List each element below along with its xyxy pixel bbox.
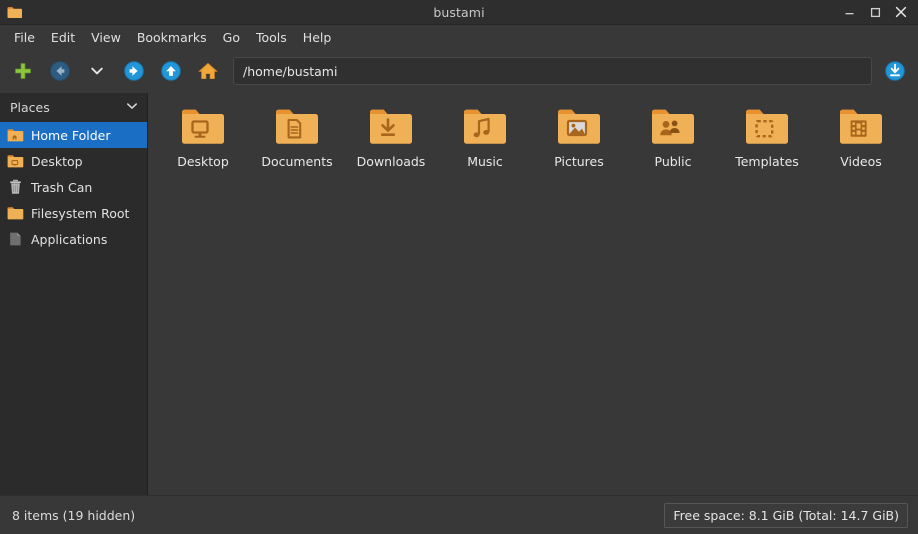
- window-folder-icon: [6, 4, 22, 20]
- places-label: Places: [10, 100, 50, 115]
- menu-go[interactable]: Go: [215, 27, 248, 48]
- desktop-folder-icon: [6, 152, 24, 170]
- sidebar-item-label: Applications: [31, 231, 108, 247]
- minimize-button[interactable]: [836, 1, 862, 23]
- folder-public-icon: [649, 103, 697, 151]
- download-icon: [885, 61, 905, 81]
- sidebar-item-desktop[interactable]: Desktop: [0, 148, 147, 174]
- menu-bookmarks[interactable]: Bookmarks: [129, 27, 215, 48]
- sidebar-item-home-folder[interactable]: Home Folder: [0, 122, 147, 148]
- folder-pictures-icon: [555, 103, 603, 151]
- home-icon: [198, 63, 218, 79]
- file-item-label: Public: [654, 154, 692, 169]
- forward-button[interactable]: [119, 56, 149, 86]
- parent-folder-button[interactable]: [156, 56, 186, 86]
- window-controls: [836, 1, 918, 23]
- item-count-status: 8 items (19 hidden): [12, 507, 136, 523]
- file-item-label: Documents: [261, 154, 333, 169]
- chevron-down-icon: [125, 99, 139, 116]
- folder-videos-icon: [837, 103, 885, 151]
- sidebar-item-filesystem-root[interactable]: Filesystem Root: [0, 200, 147, 226]
- folder-templates-icon: [743, 103, 791, 151]
- menu-help[interactable]: Help: [295, 27, 340, 48]
- back-arrow-icon: [50, 61, 70, 81]
- file-item-pictures[interactable]: Pictures: [532, 99, 626, 177]
- folder-desktop-icon: [179, 103, 227, 151]
- chevron-down-icon: [91, 67, 103, 75]
- sidebar-item-label: Desktop: [31, 153, 83, 169]
- file-item-label: Music: [467, 154, 503, 169]
- file-item-music[interactable]: Music: [438, 99, 532, 177]
- file-manager-window: bustami File Edit View Bookmarks Go Tool…: [0, 0, 918, 534]
- new-tab-button[interactable]: [8, 56, 38, 86]
- file-item-label: Pictures: [554, 154, 604, 169]
- home-button[interactable]: [193, 56, 223, 86]
- title-bar: bustami: [0, 0, 918, 25]
- menu-view[interactable]: View: [83, 27, 129, 48]
- folder-documents-icon: [273, 103, 321, 151]
- back-button[interactable]: [45, 56, 75, 86]
- file-item-desktop[interactable]: Desktop: [156, 99, 250, 177]
- home-folder-icon: [6, 126, 24, 144]
- window-title: bustami: [433, 4, 485, 20]
- toolbar: /home/bustami: [0, 49, 918, 93]
- status-bar: 8 items (19 hidden) Free space: 8.1 GiB …: [0, 495, 918, 534]
- file-item-downloads[interactable]: Downloads: [344, 99, 438, 177]
- folder-music-icon: [461, 103, 509, 151]
- maximize-button[interactable]: [862, 1, 888, 23]
- path-text: /home/bustami: [243, 63, 338, 79]
- file-item-label: Templates: [735, 154, 799, 169]
- sidebar-item-label: Filesystem Root: [31, 205, 130, 221]
- file-item-templates[interactable]: Templates: [720, 99, 814, 177]
- folder-downloads-icon: [367, 103, 415, 151]
- path-input[interactable]: /home/bustami: [233, 57, 872, 85]
- file-item-videos[interactable]: Videos: [814, 99, 908, 177]
- sidebar-item-label: Home Folder: [31, 127, 111, 143]
- up-arrow-icon: [161, 61, 181, 81]
- history-dropdown-button[interactable]: [82, 56, 112, 86]
- sidebar-item-applications[interactable]: Applications: [0, 226, 147, 252]
- sidebar: Places Home Folder Desktop Trash Can Fil…: [0, 93, 148, 495]
- forward-arrow-icon: [124, 61, 144, 81]
- folder-icon: [6, 204, 24, 222]
- menu-file[interactable]: File: [6, 27, 43, 48]
- menu-edit[interactable]: Edit: [43, 27, 83, 48]
- free-space-status: Free space: 8.1 GiB (Total: 14.7 GiB): [664, 502, 908, 528]
- main-content: Places Home Folder Desktop Trash Can Fil…: [0, 93, 918, 495]
- trash-icon: [6, 178, 24, 196]
- menu-tools[interactable]: Tools: [248, 27, 295, 48]
- file-item-documents[interactable]: Documents: [250, 99, 344, 177]
- sidebar-item-label: Trash Can: [31, 179, 93, 195]
- file-grid[interactable]: Desktop Documents Downloads Music Pictur…: [148, 93, 918, 495]
- downloads-button[interactable]: [880, 56, 910, 86]
- plus-icon: [15, 63, 31, 79]
- menu-bar: File Edit View Bookmarks Go Tools Help: [0, 25, 918, 49]
- places-header[interactable]: Places: [0, 93, 147, 122]
- file-item-label: Downloads: [356, 154, 426, 169]
- applications-icon: [6, 230, 24, 248]
- close-button[interactable]: [888, 1, 914, 23]
- sidebar-item-trash-can[interactable]: Trash Can: [0, 174, 147, 200]
- file-item-label: Desktop: [177, 154, 229, 169]
- file-item-label: Videos: [840, 154, 882, 169]
- file-item-public[interactable]: Public: [626, 99, 720, 177]
